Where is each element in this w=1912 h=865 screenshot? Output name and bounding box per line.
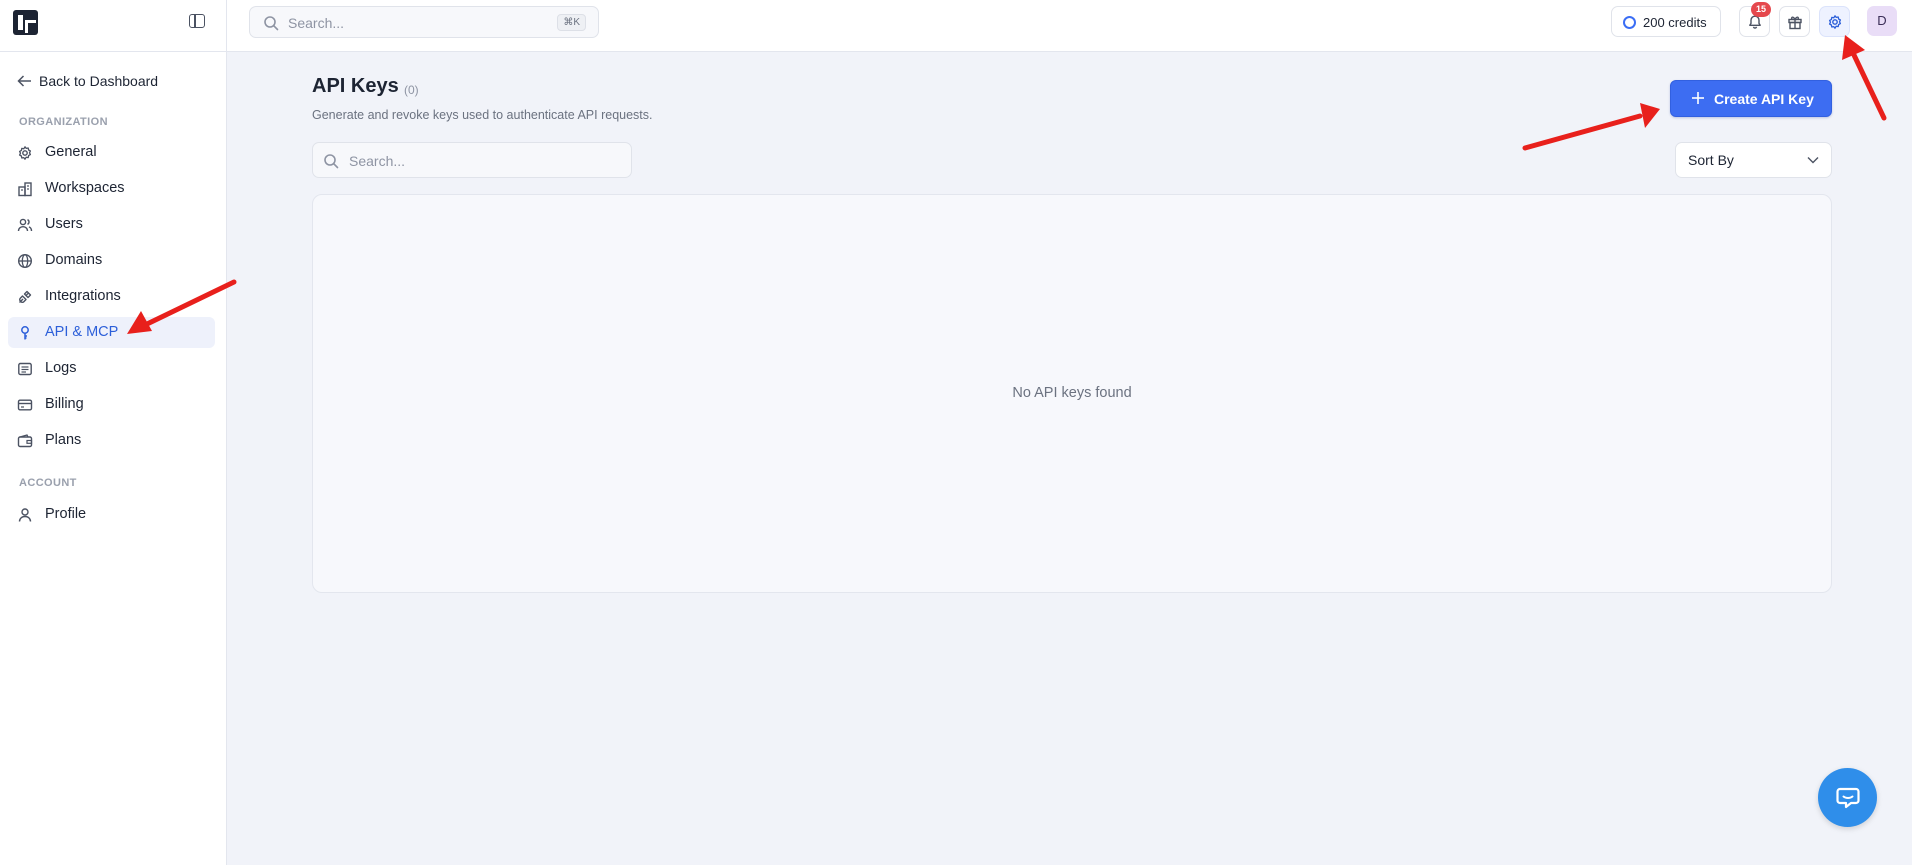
sort-by-label: Sort By	[1688, 152, 1734, 168]
app-logo[interactable]	[13, 10, 38, 35]
sort-by-select[interactable]: Sort By	[1675, 142, 1832, 178]
search-shortcut: ⌘K	[557, 14, 586, 31]
back-to-dashboard-label: Back to Dashboard	[39, 73, 159, 89]
sidebar-item-label: Logs	[45, 360, 77, 376]
credits-ring-icon	[1623, 16, 1636, 29]
topbar-divider	[226, 0, 227, 52]
section-label-account: ACCOUNT	[19, 477, 77, 489]
plug-icon	[19, 290, 32, 303]
sidebar-item-label: Billing	[45, 396, 84, 412]
settings-button[interactable]	[1819, 6, 1850, 37]
page-title: API Keys	[312, 75, 399, 97]
avatar[interactable]: D	[1867, 6, 1897, 36]
sidebar-item-label: Users	[45, 216, 83, 232]
globe-icon	[17, 253, 33, 269]
sidebar-item-workspaces[interactable]: Workspaces	[8, 173, 215, 204]
users-icon	[17, 218, 33, 232]
sidebar-item-integrations[interactable]: Integrations	[8, 281, 215, 312]
empty-state-message: No API keys found	[1012, 385, 1132, 401]
wallet-icon	[17, 434, 33, 448]
gift-button[interactable]	[1779, 6, 1810, 37]
sidebar-item-api-mcp[interactable]: API & MCP	[8, 317, 215, 348]
api-keys-list: No API keys found	[312, 194, 1832, 593]
top-bar: Search... ⌘K 200 credits 15 D	[0, 0, 1912, 52]
global-search-placeholder: Search...	[288, 15, 345, 31]
annotation-arrow-create-button	[1522, 103, 1660, 151]
arrow-left-icon	[17, 75, 31, 87]
sidebar-toggle-icon[interactable]	[189, 14, 205, 28]
sidebar-item-logs[interactable]: Logs	[8, 353, 215, 384]
page-subtitle: Generate and revoke keys used to authent…	[312, 108, 653, 122]
api-key-count: (0)	[404, 83, 419, 97]
sidebar-item-billing[interactable]: Billing	[8, 389, 215, 420]
logs-icon	[18, 362, 32, 376]
chat-bubble-icon	[1836, 787, 1860, 809]
user-icon	[18, 508, 32, 522]
sidebar-item-general[interactable]: General	[8, 137, 215, 168]
gear-icon	[18, 146, 32, 160]
search-icon	[324, 154, 339, 169]
sidebar-item-label: Plans	[45, 432, 82, 448]
credits-label: 200 credits	[1643, 15, 1707, 30]
api-key-search	[312, 142, 632, 178]
sidebar-item-plans[interactable]: Plans	[8, 425, 215, 456]
credit-card-icon	[17, 399, 33, 411]
sidebar-item-profile[interactable]: Profile	[8, 499, 215, 530]
chevron-down-icon	[1807, 157, 1819, 164]
sidebar-item-users[interactable]: Users	[8, 209, 215, 240]
sidebar-item-label: General	[45, 144, 97, 160]
key-icon	[21, 326, 29, 340]
sidebar-item-label: API & MCP	[45, 324, 119, 340]
notifications-badge: 15	[1751, 2, 1771, 17]
create-api-key-label: Create API Key	[1714, 91, 1814, 107]
sidebar-item-label: Integrations	[45, 288, 121, 304]
section-label-organization: ORGANIZATION	[19, 116, 108, 128]
sidebar-item-label: Workspaces	[45, 180, 125, 196]
sidebar-item-label: Domains	[45, 252, 103, 268]
chat-launcher-button[interactable]	[1818, 768, 1877, 827]
sidebar-item-domains[interactable]: Domains	[8, 245, 215, 276]
api-key-search-input[interactable]	[349, 151, 619, 171]
plus-icon	[1692, 92, 1704, 104]
gift-icon	[1788, 16, 1802, 30]
credits-button[interactable]: 200 credits	[1611, 6, 1721, 37]
gear-icon	[1828, 15, 1842, 29]
sidebar-item-label: Profile	[45, 506, 87, 522]
sidebar: Back to Dashboard ORGANIZATION General W…	[0, 52, 227, 865]
search-icon	[264, 16, 279, 31]
building-icon	[18, 182, 32, 197]
create-api-key-button[interactable]: Create API Key	[1670, 80, 1832, 117]
global-search-input[interactable]: Search... ⌘K	[249, 6, 599, 38]
